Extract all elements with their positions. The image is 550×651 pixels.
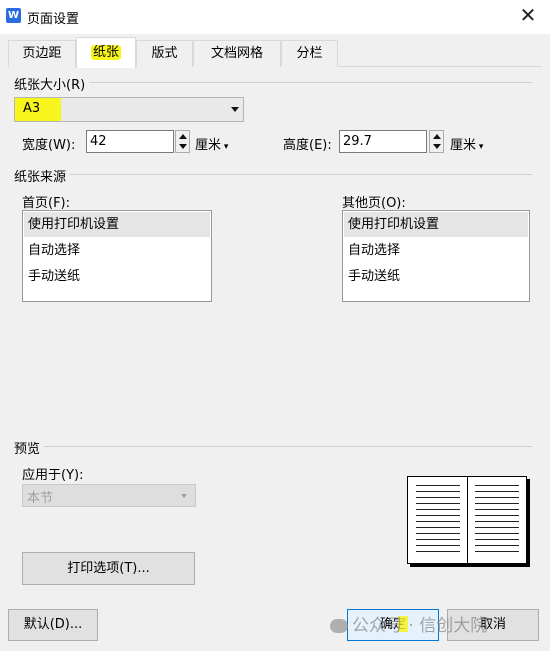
close-icon[interactable]: ✕	[518, 4, 538, 26]
preview-text-line	[475, 497, 519, 498]
preview-text-line	[475, 485, 519, 486]
preview-text-line	[416, 551, 460, 552]
preview-text-line	[416, 521, 460, 522]
preview-text-line	[475, 491, 519, 492]
height-value: 29.7	[343, 134, 372, 149]
height-label: 高度(E):	[283, 138, 332, 153]
width-input[interactable]: 42	[86, 130, 174, 153]
preview-text-line	[416, 485, 460, 486]
preview-text-line	[475, 515, 519, 516]
tab-paper[interactable]: 纸张	[76, 37, 136, 68]
list-item[interactable]: 自动选择	[24, 238, 210, 263]
width-value: 42	[90, 134, 107, 149]
first-page-listbox[interactable]: 使用打印机设置 自动选择 手动送纸	[22, 210, 212, 302]
print-options-button[interactable]: 打印选项(T)...	[22, 552, 195, 585]
preview-text-line	[475, 527, 519, 528]
list-item[interactable]: 使用打印机设置	[24, 212, 210, 237]
preview-text-line	[416, 545, 460, 546]
window-title: 页面设置	[27, 12, 80, 27]
list-item[interactable]: 手动送纸	[344, 264, 528, 289]
spin-down-icon[interactable]	[433, 144, 441, 149]
preview-text-line	[475, 539, 519, 540]
preview-text-line	[416, 509, 460, 510]
preview-text-line	[416, 497, 460, 498]
page-preview	[407, 476, 527, 564]
preview-text-line	[416, 527, 460, 528]
spin-down-icon[interactable]	[179, 144, 187, 149]
apply-to-select[interactable]: 本节	[22, 484, 196, 507]
preview-text-line	[475, 509, 519, 510]
apply-to-value: 本节	[27, 491, 54, 506]
chevron-down-icon	[181, 494, 187, 498]
paper-size-group-label: 纸张大小(R)	[14, 74, 90, 93]
apply-to-label: 应用于(Y):	[22, 468, 84, 483]
preview-text-line	[416, 503, 460, 504]
wechat-icon	[330, 619, 348, 633]
preview-text-line	[475, 545, 519, 546]
tab-layout[interactable]: 版式	[136, 40, 193, 67]
preview-group-line	[14, 446, 532, 447]
list-item[interactable]: 使用打印机设置	[344, 212, 528, 237]
page-preview-divider	[467, 477, 468, 563]
width-spinner[interactable]	[175, 130, 190, 153]
chevron-down-icon	[231, 107, 239, 112]
paper-source-group-label: 纸张来源	[14, 166, 71, 185]
height-unit: 厘米	[450, 138, 477, 153]
paper-size-select[interactable]: A3	[14, 97, 244, 122]
tab-columns[interactable]: 分栏	[281, 40, 338, 67]
tab-document-grid[interactable]: 文档网格	[193, 40, 281, 67]
width-label: 宽度(W):	[22, 138, 76, 153]
paper-source-group-line	[14, 174, 532, 175]
wps-app-icon: W	[6, 8, 21, 23]
preview-text-line	[416, 539, 460, 540]
width-unit: 厘米	[195, 138, 222, 153]
preview-group-label: 预览	[14, 438, 45, 457]
tab-paper-label: 纸张	[90, 45, 121, 60]
watermark: 公众号 · 信创大院	[330, 611, 487, 636]
watermark-text: 公众号 · 信创大院	[352, 616, 488, 636]
page-preview-right-lines	[475, 485, 519, 557]
spin-up-icon[interactable]	[179, 134, 187, 139]
preview-text-line	[416, 491, 460, 492]
list-item[interactable]: 自动选择	[344, 238, 528, 263]
preview-text-line	[416, 515, 460, 516]
height-unit-dropdown[interactable]: 厘米 ▾	[450, 134, 483, 153]
title-bar	[0, 0, 550, 34]
width-unit-dropdown[interactable]: 厘米 ▾	[195, 134, 228, 153]
default-button[interactable]: 默认(D)...	[8, 609, 98, 641]
height-spinner[interactable]	[429, 130, 444, 153]
preview-text-line	[475, 533, 519, 534]
first-page-label: 首页(F):	[22, 196, 71, 211]
paper-size-value: A3	[23, 101, 41, 116]
list-item[interactable]: 手动送纸	[24, 264, 210, 289]
other-pages-listbox[interactable]: 使用打印机设置 自动选择 手动送纸	[342, 210, 530, 302]
spin-up-icon[interactable]	[433, 134, 441, 139]
height-input[interactable]: 29.7	[339, 130, 427, 153]
other-pages-label: 其他页(O):	[342, 196, 406, 211]
preview-text-line	[475, 521, 519, 522]
page-preview-left-lines	[416, 485, 460, 557]
preview-text-line	[475, 551, 519, 552]
tab-margins[interactable]: 页边距	[8, 40, 76, 67]
preview-text-line	[416, 533, 460, 534]
paper-size-group-line	[14, 82, 532, 83]
preview-text-line	[475, 503, 519, 504]
